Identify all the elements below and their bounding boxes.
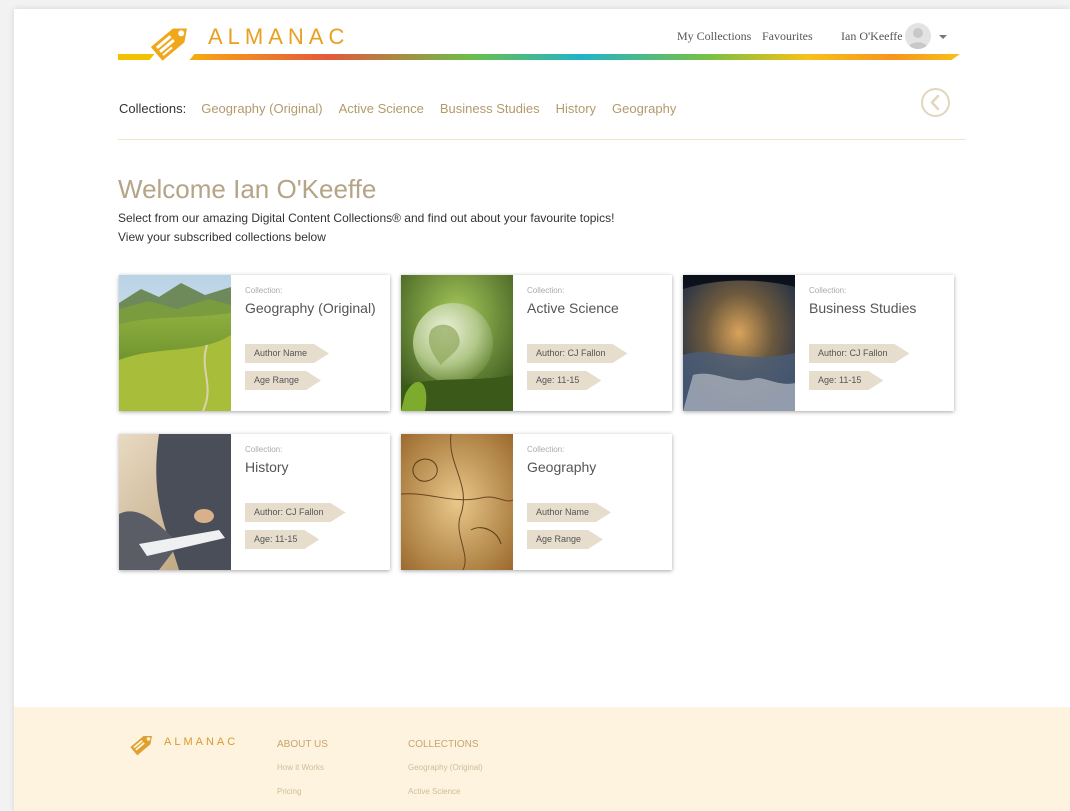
age-tag: Age Range (527, 530, 603, 549)
collection-link-geography[interactable]: Geography (612, 101, 676, 116)
header-color-bar (118, 54, 960, 60)
footer-link-active-science[interactable]: Active Science (408, 787, 460, 796)
card-label: Collection: (527, 286, 565, 295)
author-tag: Author: CJ Fallon (809, 344, 910, 363)
card-title: Business Studies (809, 300, 917, 316)
card-label: Collection: (809, 286, 847, 295)
collection-link-business-studies[interactable]: Business Studies (440, 101, 540, 116)
age-tag: Age Range (245, 371, 321, 390)
collection-card-geography[interactable]: Collection: Geography Author Name Age Ra… (401, 434, 672, 570)
card-label: Collection: (245, 286, 283, 295)
footer: ALMANAC ABOUT US How it Works Pricing CO… (14, 707, 1070, 811)
avatar[interactable] (905, 23, 931, 49)
welcome-subtitle: Select from our amazing Digital Content … (118, 209, 614, 247)
author-tag: Author Name (527, 503, 611, 522)
nav-my-collections[interactable]: My Collections (677, 29, 751, 44)
collections-label: Collections: (119, 100, 187, 116)
collection-card-history[interactable]: Collection: History Author: CJ Fallon Ag… (119, 434, 390, 570)
footer-link-geography-original[interactable]: Geography (Original) (408, 763, 483, 772)
user-icon (908, 28, 928, 49)
card-label: Collection: (527, 445, 565, 454)
collection-link-history[interactable]: History (556, 101, 596, 116)
age-tag: Age: 11-15 (809, 371, 883, 390)
footer-heading-collections: COLLECTIONS (408, 739, 479, 750)
card-image-earth-night (683, 275, 795, 411)
nav-favourites[interactable]: Favourites (762, 29, 813, 44)
collection-card-business-studies[interactable]: Collection: Business Studies Author: CJ … (683, 275, 954, 411)
collection-card-geography-original[interactable]: Collection: Geography (Original) Author … (119, 275, 390, 411)
footer-logo-icon[interactable] (128, 729, 158, 758)
page: ALMANAC My Collections Favourites Ian O'… (14, 9, 1070, 811)
user-name[interactable]: Ian O'Keeffe (841, 29, 903, 44)
card-title: Active Science (527, 300, 619, 316)
divider (118, 139, 966, 140)
card-title: Geography (Original) (245, 300, 376, 316)
age-tag: Age: 11-15 (527, 371, 601, 390)
page-title: Welcome Ian O'Keeffe (118, 174, 377, 204)
card-title: History (245, 459, 289, 475)
back-arrow-icon[interactable] (920, 87, 951, 118)
author-tag: Author Name (245, 344, 329, 363)
almanac-logo-icon[interactable] (147, 17, 197, 65)
card-image-mountains (119, 275, 231, 411)
card-label: Collection: (245, 445, 283, 454)
header: ALMANAC My Collections Favourites Ian O'… (14, 9, 1070, 79)
welcome-line-1: Select from our amazing Digital Content … (118, 211, 615, 225)
collection-link-active-science[interactable]: Active Science (339, 101, 424, 116)
collection-card-active-science[interactable]: Collection: Active Science Author: CJ Fa… (401, 275, 672, 411)
card-image-old-map (401, 434, 513, 570)
author-tag: Author: CJ Fallon (527, 344, 628, 363)
author-tag: Author: CJ Fallon (245, 503, 346, 522)
footer-heading-about: ABOUT US (277, 739, 328, 750)
footer-logo-text[interactable]: ALMANAC (164, 736, 238, 748)
collections-bar: Collections: Geography (Original) Active… (119, 98, 692, 118)
logo-text[interactable]: ALMANAC (208, 24, 349, 50)
user-menu-caret-icon[interactable] (939, 35, 947, 39)
card-title: Geography (527, 459, 597, 475)
card-image-business-person (119, 434, 231, 570)
footer-link-pricing[interactable]: Pricing (277, 787, 301, 796)
collection-link-geography-original[interactable]: Geography (Original) (201, 101, 322, 116)
welcome-line-2: View your subscribed collections below (118, 230, 326, 244)
age-tag: Age: 11-15 (245, 530, 319, 549)
footer-link-how-it-works[interactable]: How it Works (277, 763, 324, 772)
card-image-glass-globe (401, 275, 513, 411)
